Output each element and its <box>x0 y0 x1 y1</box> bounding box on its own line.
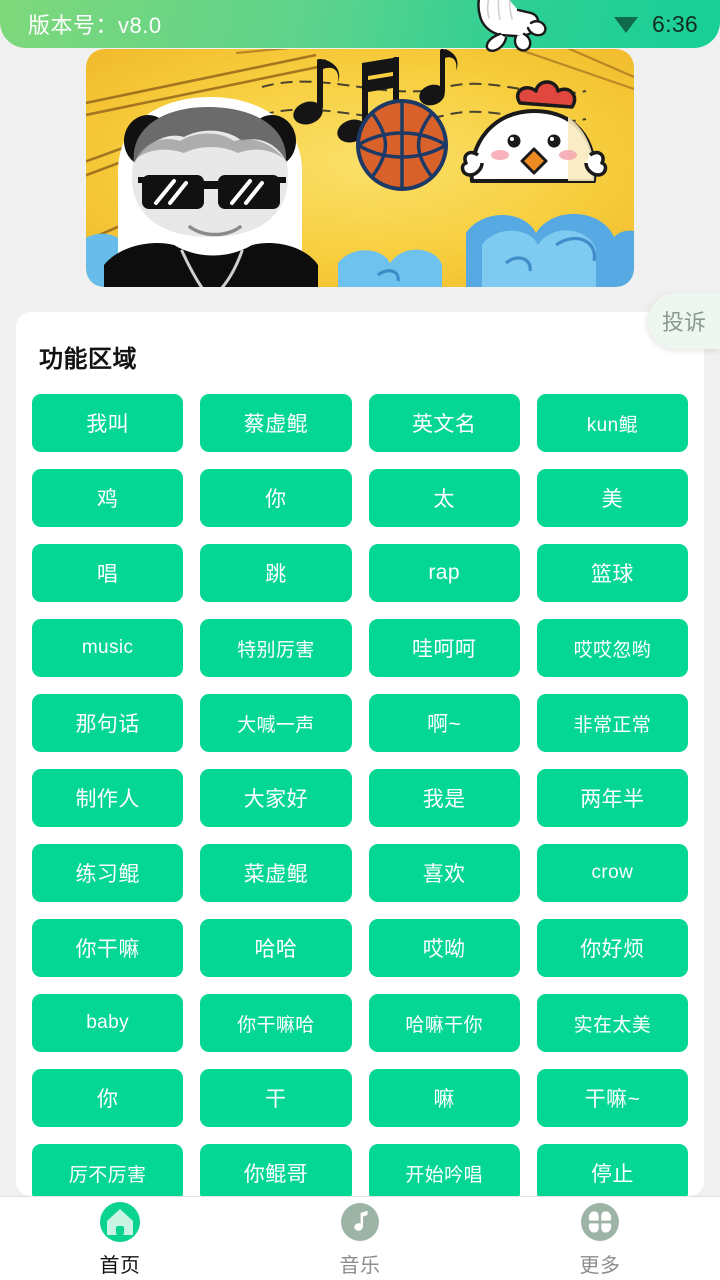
function-button[interactable]: 篮球 <box>536 544 688 602</box>
nav-item-home[interactable]: 首页 <box>0 1199 240 1278</box>
function-button[interactable]: 我是 <box>368 769 520 827</box>
function-button[interactable]: 开始吟唱 <box>368 1144 520 1196</box>
function-button[interactable]: crow <box>536 844 688 902</box>
nav-label-more: 更多 <box>579 1255 621 1277</box>
nav-label-music: 音乐 <box>339 1255 381 1277</box>
function-button[interactable]: 实在太美 <box>536 994 688 1052</box>
function-button[interactable]: 跳 <box>200 544 352 602</box>
function-button[interactable]: 哎呦 <box>368 919 520 977</box>
function-button[interactable]: 那句话 <box>32 694 184 752</box>
function-button[interactable]: 非常正常 <box>536 694 688 752</box>
function-button[interactable]: 特别厉害 <box>200 619 352 677</box>
page-title: 功能区域 <box>39 346 137 373</box>
function-button[interactable]: 太 <box>368 469 520 527</box>
function-button[interactable]: 你干嘛 <box>32 919 184 977</box>
function-button[interactable]: 哈嘛干你 <box>368 994 520 1052</box>
function-button[interactable]: 干嘛~ <box>536 1069 688 1127</box>
function-button[interactable]: 我叫 <box>32 394 184 452</box>
function-button[interactable]: 美 <box>536 469 688 527</box>
function-button[interactable]: 哇呵呵 <box>368 619 520 677</box>
function-button[interactable]: 唱 <box>32 544 184 602</box>
function-button[interactable]: 停止 <box>536 1144 688 1196</box>
function-button[interactable]: 嘛 <box>368 1069 520 1127</box>
function-button[interactable]: 喜欢 <box>368 844 520 902</box>
function-button-grid: 我叫 蔡虚鲲 英文名 kun鲲鸡你太美唱跳 rap 篮球 music 特别厉害 哇呵呵 哎哎忽哟那… <box>16 394 704 1196</box>
nav-label-home: 首页 <box>99 1255 141 1277</box>
function-button[interactable]: music <box>32 619 184 677</box>
function-button[interactable]: 你 <box>32 1069 184 1127</box>
app-root: 版本号：v8.0 6:36 投诉 功能区域 我叫 蔡虚鲲 英文名 kun鲲 鸡 … <box>0 0 720 1280</box>
function-button[interactable]: 你鲲哥 <box>200 1144 352 1196</box>
status-bar-right: 6:36 <box>613 11 698 38</box>
function-button[interactable]: 练习鲲 <box>32 844 184 902</box>
function-button[interactable]: kun鲲 <box>536 394 688 452</box>
function-button[interactable]: 大家好 <box>200 769 352 827</box>
music-note-icon <box>337 1199 383 1245</box>
function-area-card: 功能区域 我叫 蔡虚鲲 英文名 kun鲲鸡你太美唱跳 rap 篮球 music 特别厉害 哇呵呵… <box>16 312 704 1196</box>
function-button[interactable]: 制作人 <box>32 769 184 827</box>
function-button[interactable]: 英文名 <box>368 394 520 452</box>
function-button[interactable]: 鸡 <box>32 469 184 527</box>
function-button[interactable]: 大喊一声 <box>200 694 352 752</box>
function-button[interactable]: 你干嘛哈 <box>200 994 352 1052</box>
function-button[interactable]: 哈哈 <box>200 919 352 977</box>
function-button[interactable]: 哎哎忽哟 <box>536 619 688 677</box>
home-icon <box>97 1199 143 1245</box>
version-label: 版本号：v8.0 <box>28 13 162 38</box>
bottom-navigation: 首页 音乐 更多 <box>0 1196 720 1280</box>
function-button[interactable]: 蔡虚鲲 <box>200 394 352 452</box>
function-button[interactable]: rap <box>368 544 520 602</box>
function-button[interactable]: 菜虚鲲 <box>200 844 352 902</box>
nav-item-music[interactable]: 音乐 <box>240 1199 480 1278</box>
status-bar: 版本号：v8.0 6:36 <box>0 0 720 48</box>
function-button[interactable]: 两年半 <box>536 769 688 827</box>
grid-more-icon <box>577 1199 623 1245</box>
function-button[interactable]: 你 <box>200 469 352 527</box>
function-button[interactable]: 厉不厉害 <box>32 1144 184 1196</box>
wifi-icon <box>613 13 639 35</box>
function-button[interactable]: baby <box>32 994 184 1052</box>
complaint-button-label: 投诉 <box>661 310 706 335</box>
complaint-button[interactable]: 投诉 <box>648 293 720 349</box>
promo-banner[interactable] <box>86 49 634 287</box>
nav-item-more[interactable]: 更多 <box>480 1199 720 1278</box>
function-button[interactable]: 啊~ <box>368 694 520 752</box>
status-bar-clock: 6:36 <box>652 10 698 37</box>
function-button[interactable]: 你好烦 <box>536 919 688 977</box>
function-button[interactable]: 干 <box>200 1069 352 1127</box>
